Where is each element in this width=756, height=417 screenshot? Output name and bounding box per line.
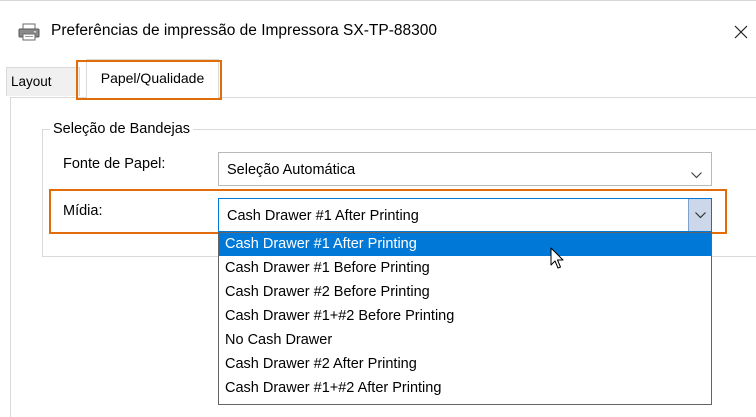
paper-source-select[interactable]: Seleção Automática: [218, 152, 712, 186]
tray-selection-title: Seleção de Bandejas: [50, 119, 194, 139]
chevron-down-icon: [691, 166, 702, 184]
media-option-6[interactable]: Cash Drawer #2 After Printing: [219, 353, 711, 376]
chevron-down-icon: [695, 212, 706, 219]
title-bar: Preferências de impressão de Impressora …: [0, 1, 756, 57]
tab-strip: Layout Papel/Qualidade: [0, 57, 756, 98]
tab-layout[interactable]: Layout: [6, 67, 80, 96]
close-button[interactable]: [728, 15, 756, 49]
mouse-pointer-icon: [550, 247, 564, 269]
paper-source-label: Fonte de Papel:: [63, 156, 166, 172]
close-icon: [734, 25, 748, 39]
print-preferences-dialog: Preferências de impressão de Impressora …: [0, 0, 756, 417]
media-option-1[interactable]: Cash Drawer #1 After Printing: [219, 233, 711, 256]
media-option-7[interactable]: Cash Drawer #1+#2 After Printing: [219, 377, 711, 400]
window-title: Preferências de impressão de Impressora …: [51, 22, 437, 39]
tab-paper-quality[interactable]: Papel/Qualidade: [86, 59, 219, 98]
media-select[interactable]: Cash Drawer #1 After Printing: [218, 198, 712, 232]
printer-icon: [18, 23, 40, 41]
media-value: Cash Drawer #1 After Printing: [227, 208, 419, 224]
media-option-3[interactable]: Cash Drawer #2 Before Printing: [219, 281, 711, 304]
media-label: Mídia:: [63, 203, 103, 219]
media-option-5[interactable]: No Cash Drawer: [219, 329, 711, 352]
media-option-4[interactable]: Cash Drawer #1+#2 Before Printing: [219, 305, 711, 328]
media-dropdown-button[interactable]: [688, 199, 711, 231]
media-options-list[interactable]: Cash Drawer #1 After Printing Cash Drawe…: [218, 232, 712, 405]
media-option-2[interactable]: Cash Drawer #1 Before Printing: [219, 257, 711, 280]
paper-source-value: Seleção Automática: [227, 162, 356, 178]
